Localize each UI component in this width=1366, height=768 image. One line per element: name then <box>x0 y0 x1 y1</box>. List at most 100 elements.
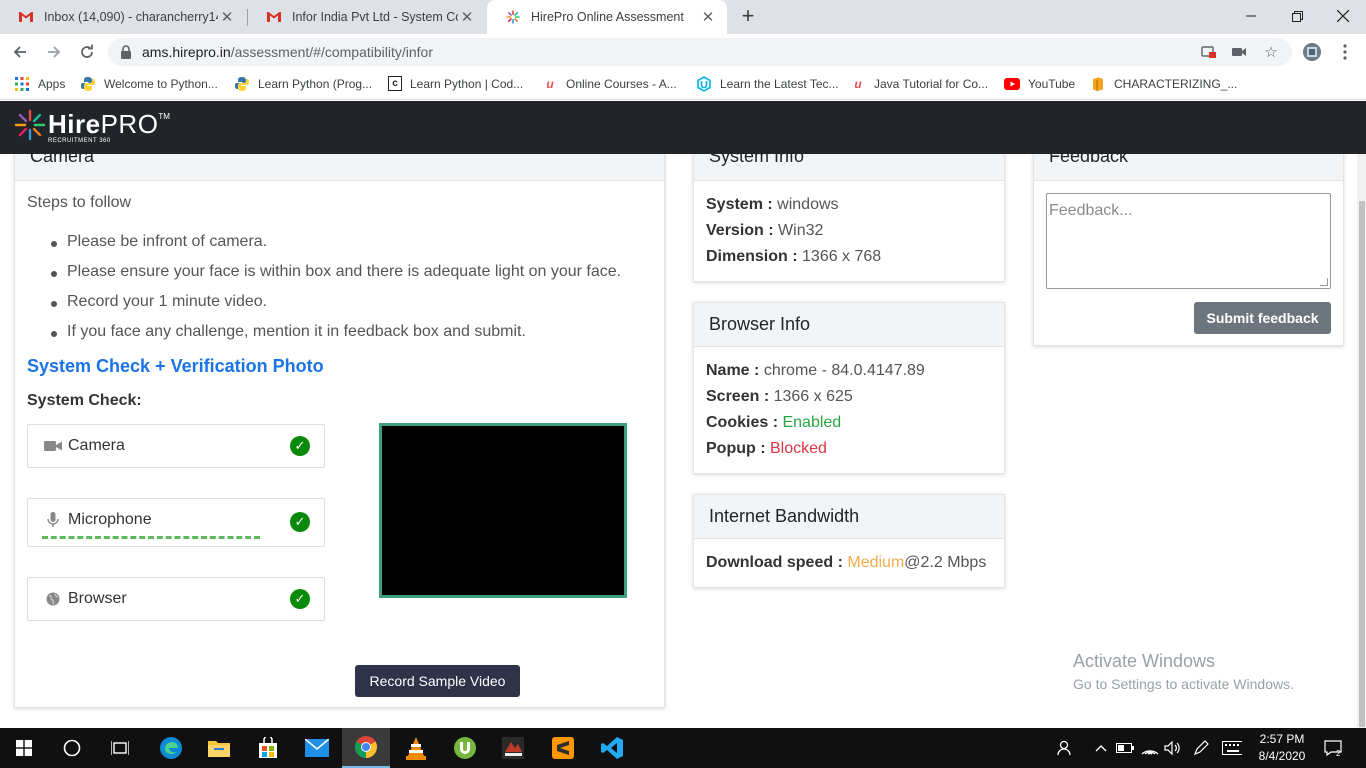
people-icon[interactable] <box>1055 738 1075 758</box>
microphone-level-meter <box>42 536 260 539</box>
task-view-icon[interactable] <box>96 728 144 768</box>
bookmark-star-icon[interactable]: ☆ <box>1262 43 1280 61</box>
close-window-icon[interactable] <box>1320 0 1366 32</box>
scrollbar-thumb[interactable] <box>1359 201 1365 727</box>
check-camera: Camera ✓ <box>27 424 325 468</box>
udemy-icon: u <box>854 77 862 91</box>
resize-handle-icon[interactable] <box>1320 278 1328 286</box>
bookmark-label: Welcome to Python... <box>104 77 218 91</box>
svg-text:2: 2 <box>1336 749 1341 756</box>
chrome-taskbar-icon[interactable] <box>342 728 390 768</box>
info-value: chrome - 84.0.4147.89 <box>763 362 925 379</box>
close-tab-icon[interactable]: ✕ <box>218 8 236 26</box>
submit-feedback-button[interactable]: Submit feedback <box>1194 302 1331 334</box>
more-menu-icon[interactable] <box>1333 40 1357 64</box>
info-value: Win32 <box>778 222 824 239</box>
bookmark-label: Learn the Latest Tec... <box>720 77 839 91</box>
forward-arrow-icon[interactable] <box>42 40 66 64</box>
hirepro-logo[interactable]: HirePRO TM RECRUITMENT 360 <box>14 109 170 144</box>
windows-start-icon[interactable] <box>0 728 48 768</box>
notifications-icon[interactable]: 2 <box>1323 738 1343 758</box>
video-camera-icon <box>44 438 62 454</box>
bookmark-youtube[interactable]: YouTube <box>1004 76 1075 92</box>
logo-pro: PRO <box>100 109 159 139</box>
check-browser: Browser ✓ <box>27 577 325 621</box>
taskbar-clock[interactable]: 2:57 PM 8/4/2020 <box>1255 731 1309 765</box>
clock-time: 2:57 PM <box>1259 732 1305 746</box>
bookmark-learn-python-prog[interactable]: Learn Python (Prog... <box>234 76 372 92</box>
check-circle-icon: ✓ <box>290 436 310 456</box>
cookies-status: Enabled <box>782 414 842 431</box>
youtube-icon <box>1004 76 1020 92</box>
edge-icon[interactable] <box>147 728 195 768</box>
url-input[interactable]: ams.hirepro.in/assessment/#/compatibilit… <box>108 38 1292 66</box>
globe-icon <box>44 591 62 607</box>
restore-window-icon[interactable] <box>1274 0 1320 32</box>
url-path: /assessment/#/compatibility/infor <box>230 44 434 60</box>
chevron-up-icon[interactable] <box>1091 738 1111 758</box>
tab-inbox[interactable]: Inbox (14,090) - charancherry147 ✕ <box>0 0 246 34</box>
tab-hirepro[interactable]: HirePro Online Assessment ✕ <box>487 0 727 34</box>
utorrent-icon[interactable] <box>441 728 489 768</box>
camera-blocked-icon[interactable] <box>1200 43 1218 61</box>
wifi-icon[interactable] <box>1140 738 1160 758</box>
python-icon <box>234 76 250 92</box>
close-tab-icon[interactable]: ✕ <box>458 8 476 26</box>
bookmark-label: Learn Python (Prog... <box>258 77 373 91</box>
section-title: System Check + Verification Photo <box>27 356 324 376</box>
browser-tab-strip: Inbox (14,090) - charancherry147 ✕ Infor… <box>0 0 1366 34</box>
file-explorer-icon[interactable] <box>195 728 243 768</box>
lock-icon <box>120 45 132 64</box>
logo-subtitle: RECRUITMENT 360 <box>48 138 111 144</box>
feedback-card: Feedback Feedback... Submit feedback <box>1033 125 1344 346</box>
keyboard-icon[interactable] <box>1222 738 1242 758</box>
store-icon[interactable] <box>244 728 292 768</box>
codecademy-icon: c <box>388 76 402 91</box>
close-tab-icon[interactable]: ✕ <box>699 8 717 26</box>
search-circle-icon[interactable] <box>48 728 96 768</box>
gmail-icon <box>266 9 282 25</box>
sublime-text-icon[interactable] <box>539 728 587 768</box>
mail-icon[interactable] <box>293 728 341 768</box>
video-camera-icon[interactable] <box>1230 43 1248 61</box>
browser-info-header: Browser Info <box>694 303 1004 347</box>
bookmark-python-welcome[interactable]: Welcome to Python... <box>80 76 218 92</box>
address-bar-row: ams.hirepro.in/assessment/#/compatibilit… <box>0 34 1366 70</box>
tab-infor[interactable]: Infor India Pvt Ltd - System Comp ✕ <box>248 0 486 34</box>
bookmark-label: Apps <box>38 77 66 91</box>
info-key: Download speed : <box>706 554 843 571</box>
game-app-icon[interactable] <box>489 728 537 768</box>
version-row: Version : Win32 <box>706 222 823 240</box>
bandwidth-title: Internet Bandwidth <box>709 506 860 526</box>
pen-icon[interactable] <box>1191 738 1211 758</box>
clock-date: 8/4/2020 <box>1258 749 1306 763</box>
vlc-icon[interactable] <box>392 728 440 768</box>
bandwidth-card: Internet Bandwidth Download speed : Medi… <box>693 494 1005 588</box>
bookmark-characterizing[interactable]: CHARACTERIZING_... <box>1090 76 1237 92</box>
bookmark-apps[interactable]: Apps <box>14 76 65 92</box>
speaker-icon[interactable] <box>1163 738 1183 758</box>
vscode-icon[interactable] <box>588 728 636 768</box>
browser-info-title: Browser Info <box>709 314 811 334</box>
info-key: Cookies : <box>706 414 779 431</box>
browser-info-card: Browser Info Name : chrome - 84.0.4147.8… <box>693 302 1005 474</box>
new-tab-button[interactable]: + <box>736 4 760 28</box>
info-key: Name : <box>706 362 760 379</box>
info-key: Screen : <box>706 388 770 405</box>
back-arrow-icon[interactable] <box>8 40 32 64</box>
bookmark-online-courses[interactable]: u Online Courses - A... <box>542 76 676 92</box>
bookmark-learn-python-cod[interactable]: c Learn Python | Cod... <box>388 76 523 91</box>
hirepro-header: HirePRO TM RECRUITMENT 360 <box>0 101 1366 154</box>
bookmark-label: CHARACTERIZING_... <box>1114 77 1238 91</box>
feedback-textarea[interactable]: Feedback... <box>1046 193 1331 289</box>
record-sample-video-button[interactable]: Record Sample Video <box>355 665 520 697</box>
bookmark-learn-latest[interactable]: Learn the Latest Tec... <box>696 76 839 92</box>
minimize-window-icon[interactable] <box>1228 0 1274 32</box>
screen-row: Screen : 1366 x 625 <box>706 388 853 406</box>
profile-avatar[interactable] <box>1302 42 1322 62</box>
bookmark-java-tutorial[interactable]: u Java Tutorial for Co... <box>850 76 988 92</box>
reload-icon[interactable] <box>75 40 99 64</box>
battery-icon[interactable] <box>1115 738 1135 758</box>
download-speed-row: Download speed : Medium@2.2 Mbps <box>706 554 986 572</box>
info-value: windows <box>777 196 839 213</box>
